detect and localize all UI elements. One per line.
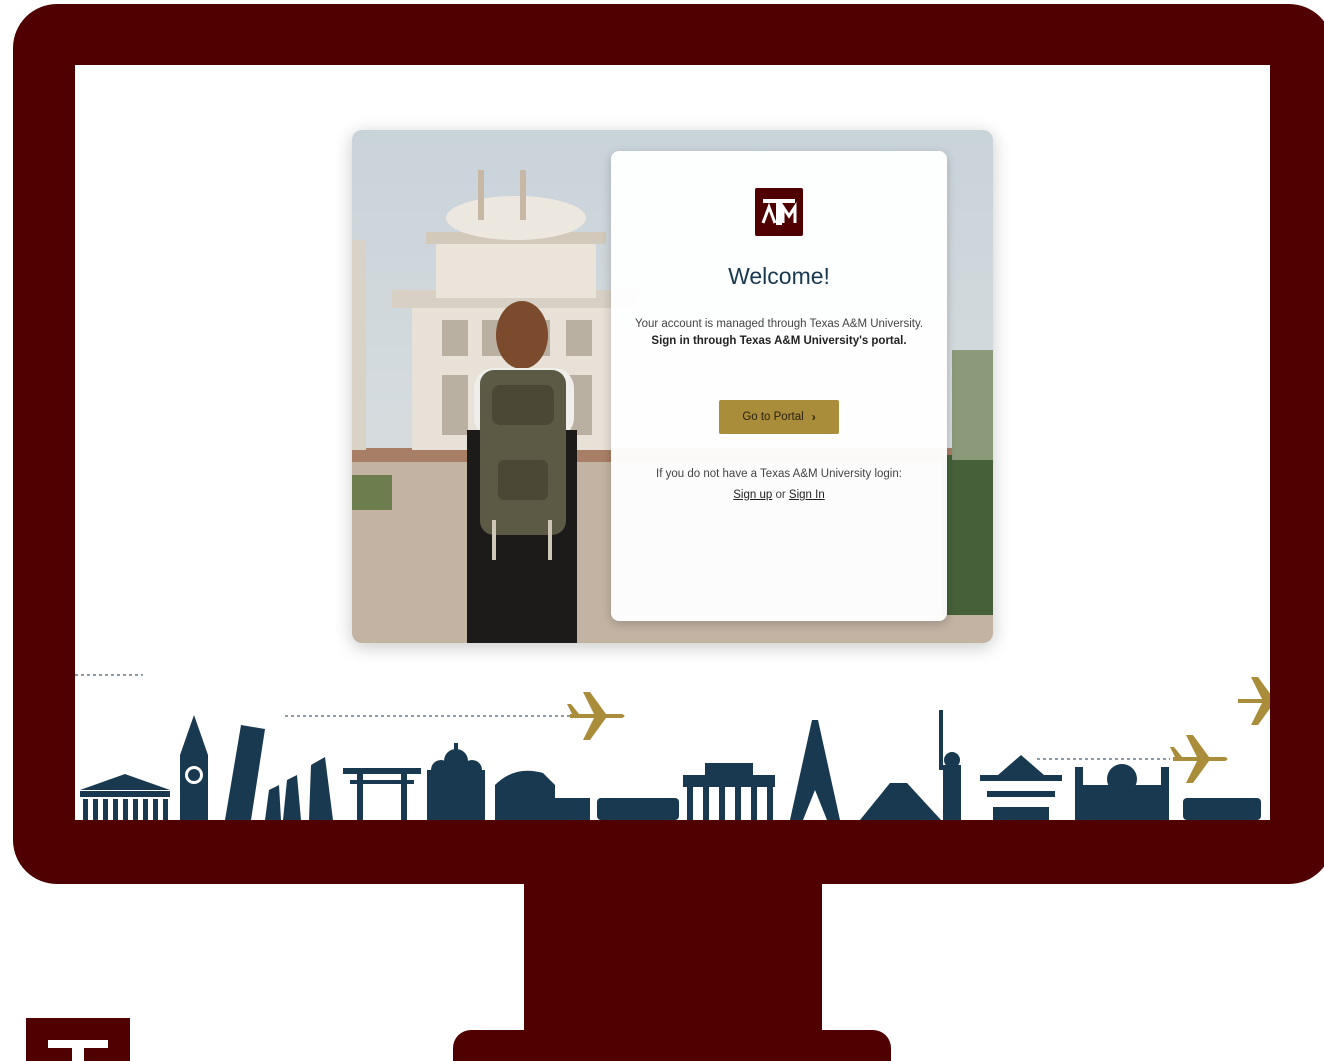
airplane-icon — [1170, 735, 1228, 783]
atm-corner-logo-icon — [26, 1018, 130, 1061]
monitor-stand-base — [453, 1030, 891, 1061]
airplane-icon — [1238, 677, 1270, 725]
travel-skyline-illustration — [75, 674, 1270, 820]
airplane-icon — [567, 692, 625, 740]
monitor-screen: Welcome! Your account is managed through… — [75, 65, 1270, 820]
monitor-stand-neck — [524, 878, 822, 1038]
